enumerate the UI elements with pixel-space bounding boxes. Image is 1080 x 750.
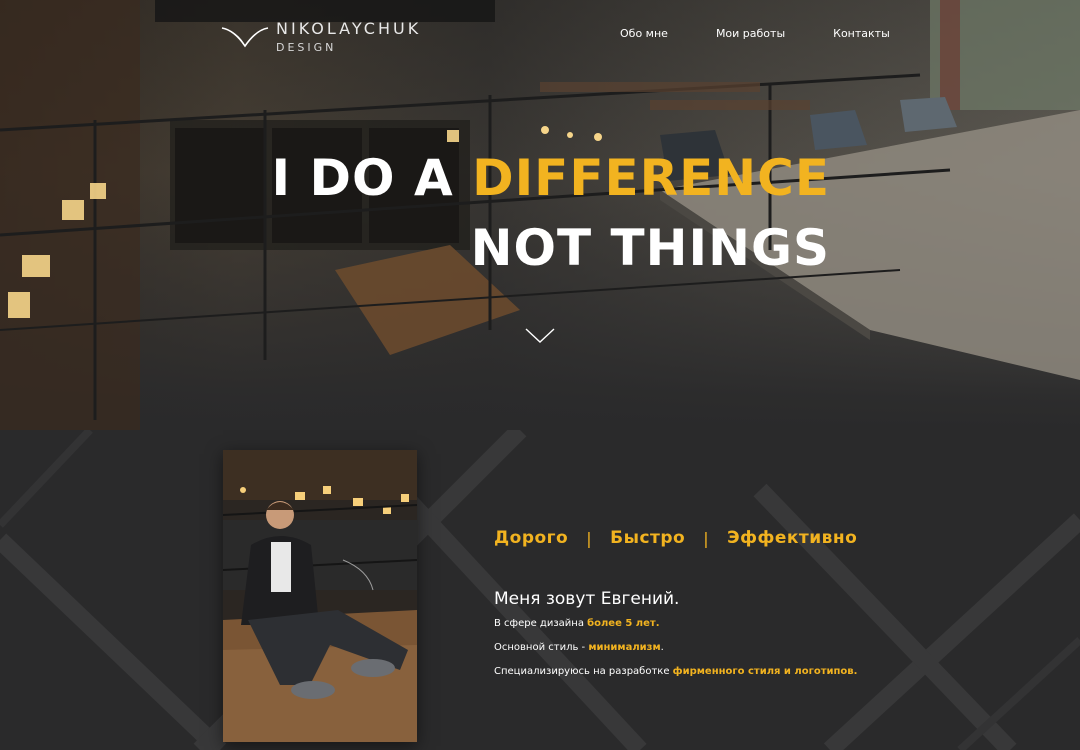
- fact-experience: В сфере дизайна более 5 лет.: [494, 618, 857, 630]
- site-header: NIKOLAYCHUK DESIGN Обо мне Мои работы Ко…: [0, 0, 1080, 70]
- hero-section: NIKOLAYCHUK DESIGN Обо мне Мои работы Ко…: [0, 0, 1080, 430]
- logo-subtitle: DESIGN: [276, 41, 337, 54]
- chevron-down-icon[interactable]: [525, 328, 555, 344]
- nav-item-works[interactable]: Мои работы: [716, 27, 785, 40]
- logo-name: NIKOLAYCHUK: [276, 19, 422, 38]
- logo[interactable]: NIKOLAYCHUK DESIGN: [220, 20, 421, 55]
- fact-specialization: Специализируюсь на разработке фирменного…: [494, 666, 857, 678]
- headline-line-1: I DO A DIFFERENCE: [272, 148, 830, 208]
- tag-separator: |: [586, 528, 593, 548]
- fact-style: Основной стиль - минимализм.: [494, 642, 857, 654]
- value-tags: Дорого | Быстро | Эффективно: [494, 528, 857, 548]
- headline-accent: DIFFERENCE: [472, 149, 830, 207]
- headline-prefix: I DO A: [271, 149, 473, 207]
- fact-text: В сфере дизайна: [494, 618, 588, 629]
- logo-text: NIKOLAYCHUK DESIGN: [276, 20, 421, 55]
- fact-highlight: минимализм: [588, 642, 661, 653]
- tag-separator: |: [703, 528, 710, 548]
- hero-headline: I DO A DIFFERENCE NOT THINGS: [272, 148, 830, 278]
- fact-text: Основной стиль -: [494, 642, 589, 653]
- tag-expensive: Дорого: [494, 528, 569, 548]
- intro-text: Меня зовут Евгений.: [494, 589, 680, 609]
- v-mark-logo-icon: [221, 27, 269, 48]
- fact-suffix: .: [660, 642, 664, 653]
- profile-photo-image: [223, 450, 417, 742]
- nav-item-contacts[interactable]: Контакты: [833, 27, 890, 40]
- nav-item-about[interactable]: Обо мне: [620, 27, 668, 40]
- facts-list: В сфере дизайна более 5 лет. Основной ст…: [494, 618, 857, 690]
- profile-photo: [223, 450, 417, 742]
- tag-fast: Быстро: [610, 528, 686, 548]
- fact-highlight: более 5 лет.: [587, 618, 660, 629]
- fact-text: Специализируюсь на разработке: [494, 666, 673, 677]
- main-nav: Обо мне Мои работы Контакты: [620, 27, 890, 40]
- headline-line-2: NOT THINGS: [470, 219, 830, 277]
- tag-effective: Эффективно: [727, 528, 858, 548]
- fact-highlight: фирменного стиля и логотипов.: [672, 666, 858, 677]
